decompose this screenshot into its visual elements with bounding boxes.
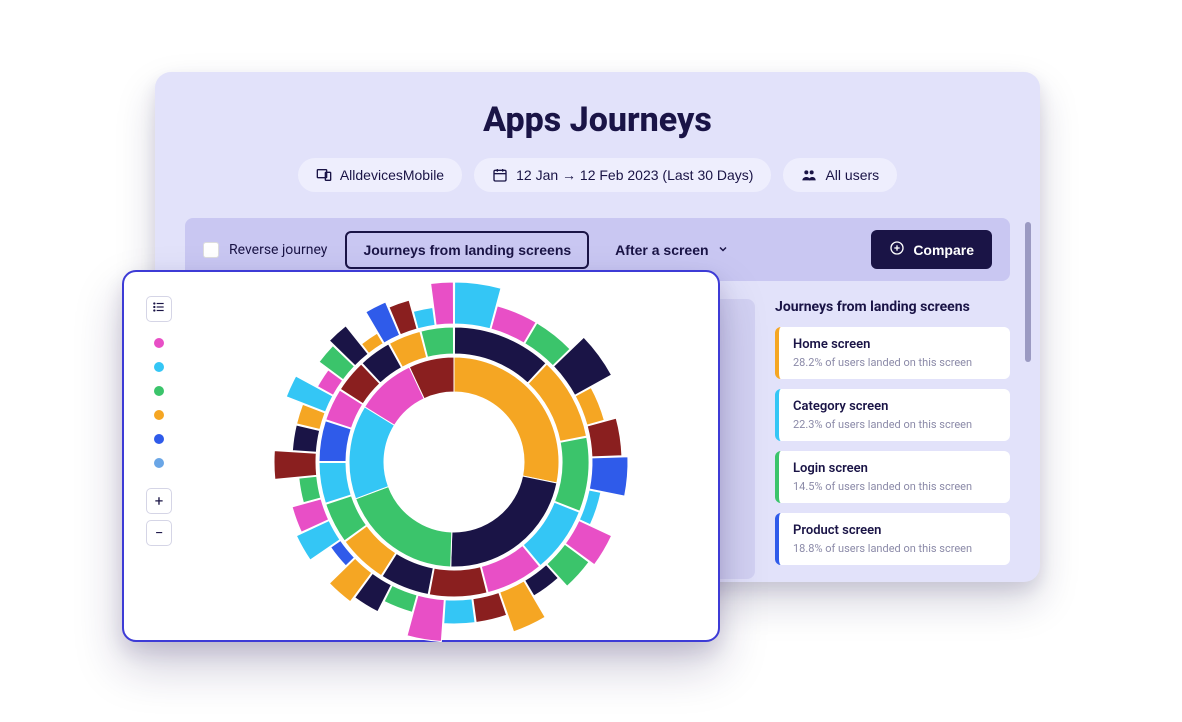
legend-dot[interactable]	[154, 338, 164, 348]
sunburst-segment[interactable]	[429, 567, 487, 597]
cards-list: Home screen 28.2% of users landed on this…	[775, 327, 1010, 565]
sunburst-segment[interactable]	[299, 476, 321, 502]
devices-filter[interactable]: AlldevicesMobile	[298, 158, 462, 192]
landing-screen-card[interactable]: Home screen 28.2% of users landed on this…	[775, 327, 1010, 379]
compare-label: Compare	[913, 242, 974, 258]
users-filter-label: All users	[825, 167, 879, 183]
sunburst-segment[interactable]	[444, 599, 475, 624]
filter-pills: AlldevicesMobile 12 Jan → 12 Feb 2023 (L…	[155, 158, 1040, 192]
date-range-filter[interactable]: 12 Jan → 12 Feb 2023 (Last 30 Days)	[474, 158, 771, 192]
page-title: Apps Journeys	[155, 100, 1040, 140]
card-title: Home screen	[793, 337, 996, 352]
plus-icon: +	[155, 492, 164, 510]
compare-button[interactable]: Compare	[871, 230, 992, 269]
journeys-from-landing-button[interactable]: Journeys from landing screens	[345, 231, 589, 269]
legend-dot[interactable]	[154, 434, 164, 444]
sunburst-segment[interactable]	[274, 451, 317, 480]
users-filter[interactable]: All users	[783, 158, 897, 192]
landing-screen-card[interactable]: Product screen 18.8% of users landed on t…	[775, 513, 1010, 565]
chevron-down-icon	[717, 242, 729, 258]
plus-circle-icon	[889, 240, 905, 259]
scrollbar[interactable]	[1025, 222, 1031, 362]
devices-icon	[316, 167, 332, 183]
legend-dot[interactable]	[154, 362, 164, 372]
minus-icon: −	[155, 524, 164, 542]
chart-controls: + −	[146, 296, 172, 546]
side-panel: Journeys from landing screens Home scree…	[775, 299, 1010, 579]
date-range-label: 12 Jan → 12 Feb 2023 (Last 30 Days)	[516, 167, 753, 183]
legend-dot[interactable]	[154, 410, 164, 420]
sunburst-segment[interactable]	[589, 457, 628, 496]
after-a-screen-dropdown[interactable]: After a screen	[607, 233, 736, 267]
card-title: Product screen	[793, 523, 996, 538]
side-panel-title: Journeys from landing screens	[775, 299, 1010, 315]
devices-filter-label: AlldevicesMobile	[340, 167, 444, 183]
card-title: Category screen	[793, 399, 996, 414]
checkbox-icon	[203, 242, 219, 258]
sunburst-segment[interactable]	[555, 437, 589, 511]
users-icon	[801, 167, 817, 183]
card-title: Login screen	[793, 461, 996, 476]
reverse-journey-toggle[interactable]: Reverse journey	[203, 242, 327, 258]
legend-dot[interactable]	[154, 386, 164, 396]
card-subtitle: 22.3% of users landed on this screen	[793, 418, 996, 431]
landing-screen-card[interactable]: Login screen 14.5% of users landed on thi…	[775, 451, 1010, 503]
card-subtitle: 18.8% of users landed on this screen	[793, 542, 996, 555]
sunburst-chart[interactable]	[274, 282, 634, 642]
sunburst-chart-card: + −	[122, 270, 720, 642]
card-subtitle: 28.2% of users landed on this screen	[793, 356, 996, 369]
legend-toggle-button[interactable]	[146, 296, 172, 322]
card-subtitle: 14.5% of users landed on this screen	[793, 480, 996, 493]
reverse-journey-label: Reverse journey	[229, 242, 327, 258]
zoom-in-button[interactable]: +	[146, 488, 172, 514]
sunburst-segment[interactable]	[292, 425, 319, 452]
after-a-screen-label: After a screen	[615, 242, 708, 258]
landing-screen-card[interactable]: Category screen 22.3% of users landed on …	[775, 389, 1010, 441]
calendar-icon	[492, 167, 508, 183]
list-icon	[152, 300, 166, 318]
legend-dot[interactable]	[154, 458, 164, 468]
zoom-out-button[interactable]: −	[146, 520, 172, 546]
